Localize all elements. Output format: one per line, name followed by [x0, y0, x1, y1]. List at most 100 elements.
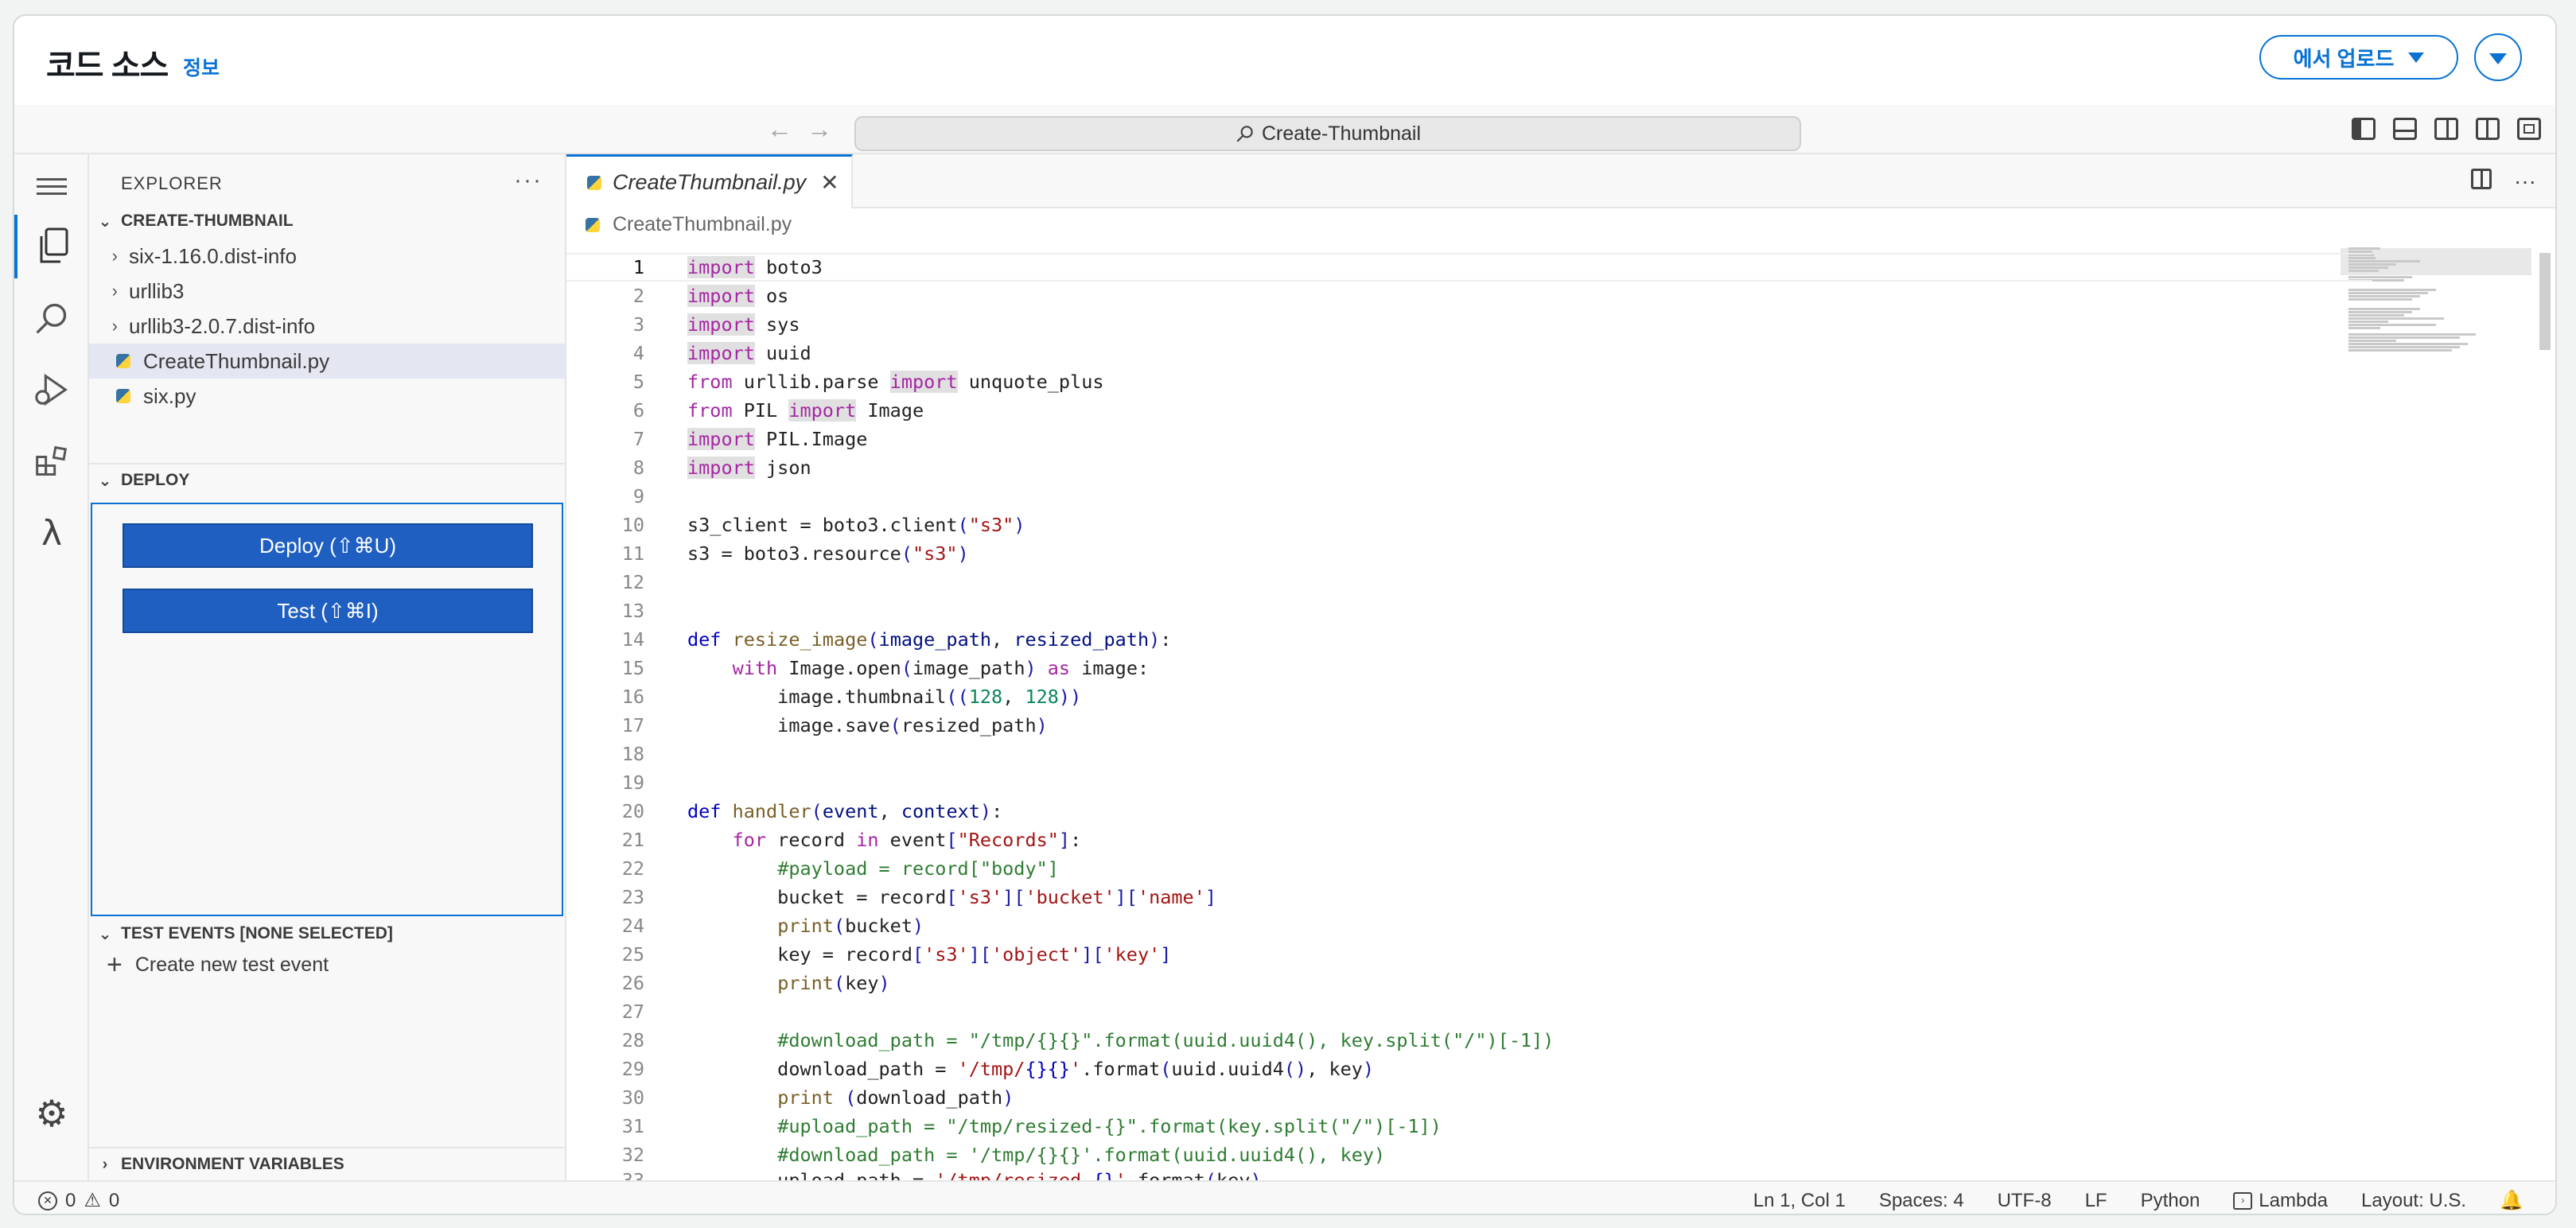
customize-layout-icon[interactable] — [2476, 118, 2500, 140]
command-center-text: Create-Thumbnail — [1261, 122, 1422, 145]
python-file-icon — [586, 217, 600, 232]
code-line: 10 s3_client = boto3.client("s3") — [621, 514, 1025, 536]
code-line: 12 — [621, 571, 644, 593]
caret-down-icon — [2489, 53, 2507, 64]
split-editor-icon[interactable] — [2471, 169, 2492, 189]
status-bar: ✕ 0 ⚠ 0 Ln 1, Col 1 Spaces: 4 UTF-8 LF P… — [14, 1180, 2555, 1214]
code-line: 28 #download_path = "/tmp/{}{}".format(u… — [621, 1029, 1555, 1051]
lambda-activity[interactable]: λ — [14, 501, 89, 565]
maximize-icon[interactable] — [2517, 118, 2541, 140]
code-line: 3 import sys — [632, 313, 800, 336]
minimap[interactable] — [2348, 247, 2531, 390]
breadcrumb[interactable]: CreateThumbnail.py — [586, 213, 792, 236]
more-actions-button[interactable] — [2474, 33, 2522, 81]
app-frame: 코드 소스 정보 에서 업로드 ← → Create-Thumbnail λ ⚙… — [13, 14, 2557, 1215]
tree-item-label: urllib3 — [129, 278, 185, 303]
language-mode[interactable]: Python — [2141, 1190, 2200, 1212]
code-line: 31 #upload_path = "/tmp/resized-{}".form… — [621, 1115, 1442, 1137]
tree-item-six-dist-info[interactable]: › six-1.16.0.dist-info — [89, 239, 565, 274]
section-label: ENVIRONMENT VARIABLES — [121, 1155, 344, 1173]
tree-item-createthumbnail-py[interactable]: CreateThumbnail.py — [89, 344, 565, 379]
code-line: 16 image.thumbnail((128, 128)) — [621, 686, 1082, 708]
section-label: TEST EVENTS [NONE SELECTED] — [121, 924, 393, 942]
settings-activity[interactable]: ⚙ — [14, 1082, 89, 1145]
code-line: 14 def resize_image(image_path, resized_p… — [621, 628, 1172, 651]
command-center-search[interactable]: Create-Thumbnail — [854, 116, 1801, 151]
gear-icon: ⚙ — [35, 1093, 68, 1134]
lambda-icon: λ — [41, 512, 63, 554]
error-count: 0 — [65, 1189, 76, 1211]
bell-icon[interactable]: 🔔 — [2500, 1189, 2523, 1212]
more-icon[interactable]: ··· — [514, 167, 543, 194]
end-of-line[interactable]: LF — [2085, 1190, 2107, 1212]
deploy-button[interactable]: Deploy (⇧⌘U) — [123, 523, 533, 568]
problems-status[interactable]: ✕ 0 ⚠ 0 — [38, 1189, 119, 1212]
code-line: 29 download_path = '/tmp/{}{}'.format(uu… — [621, 1058, 1375, 1080]
code-line: 15 with Image.open(image_path) as image: — [621, 657, 1150, 679]
chevron-right-icon: › — [111, 281, 118, 301]
chevron-down-icon: ⌄ — [98, 212, 112, 231]
warning-icon: ⚠ — [84, 1190, 101, 1211]
code-line: 6 from PIL import Image — [632, 399, 924, 422]
breadcrumb-file: CreateThumbnail.py — [613, 213, 792, 235]
warning-count: 0 — [108, 1189, 120, 1211]
menu-icon[interactable] — [37, 173, 67, 200]
create-test-event[interactable]: + Create new test event — [107, 950, 329, 981]
search-icon — [36, 303, 67, 334]
code-line: 32 #download_path = '/tmp/{}{}'.format(u… — [621, 1144, 1386, 1166]
toggle-secondary-sidebar-icon[interactable] — [2434, 118, 2458, 140]
chevron-right-icon: › — [102, 1155, 108, 1173]
ide-titlebar: ← → Create-Thumbnail — [14, 105, 2555, 154]
toggle-panel-icon[interactable] — [2393, 118, 2417, 140]
forward-arrow-icon[interactable]: → — [807, 115, 832, 144]
caret-down-icon — [2408, 52, 2425, 63]
upload-from-button[interactable]: 에서 업로드 — [2259, 35, 2458, 80]
tree-item-label: CreateThumbnail.py — [143, 348, 330, 373]
upload-from-label: 에서 업로드 — [2293, 46, 2395, 71]
activity-bar: λ ⚙ — [14, 154, 89, 1180]
code-line: 5 from urllib.parse import unquote_plus — [632, 371, 1104, 393]
more-icon[interactable]: ··· — [2514, 169, 2536, 194]
run-debug-activity[interactable] — [14, 358, 89, 422]
code-line: 4 import uuid — [632, 342, 811, 364]
extensions-icon — [36, 445, 68, 476]
keyboard-layout[interactable]: Layout: U.S. — [2361, 1190, 2466, 1212]
section-test-events[interactable]: ⌄ TEST EVENTS [NONE SELECTED] — [89, 918, 565, 950]
code-line: 26 print(key) — [621, 972, 890, 994]
lambda-status[interactable]: › Lambda — [2233, 1190, 2328, 1212]
terminal-icon: › — [2233, 1191, 2253, 1210]
tree-item-label: six.py — [143, 383, 197, 408]
code-line: 7 import PIL.Image — [632, 428, 868, 450]
info-link[interactable]: 정보 — [183, 52, 220, 81]
indentation[interactable]: Spaces: 4 — [1879, 1190, 1964, 1212]
tab-createthumbnail-py[interactable]: CreateThumbnail.py ✕ — [566, 154, 853, 208]
extensions-activity[interactable] — [14, 429, 89, 493]
editor-area: CreateThumbnail.py ✕ ··· CreateThumbnail… — [566, 154, 2555, 1180]
python-file-icon — [587, 175, 601, 190]
code-line: 25 key = record['s3']['object']['key'] — [621, 943, 1172, 966]
code-line: 18 — [621, 743, 644, 765]
back-arrow-icon[interactable]: ← — [767, 115, 792, 144]
code-line: 1 import boto3 — [566, 253, 2372, 282]
vertical-scrollbar[interactable] — [2539, 253, 2551, 350]
test-button[interactable]: Test (⇧⌘I) — [123, 589, 533, 633]
tree-item-urllib3[interactable]: › urllib3 — [89, 274, 565, 309]
encoding[interactable]: UTF-8 — [1998, 1190, 2052, 1212]
cursor-position[interactable]: Ln 1, Col 1 — [1753, 1190, 1846, 1212]
code-line: 22 #payload = record["body"] — [621, 857, 1059, 880]
section-environment-variables[interactable]: › ENVIRONMENT VARIABLES — [89, 1147, 565, 1180]
code-line: 30 print (download_path) — [621, 1086, 1014, 1109]
close-icon[interactable]: ✕ — [820, 169, 839, 196]
code-line: 9 — [632, 485, 644, 507]
section-deploy[interactable]: ⌄ DEPLOY — [89, 463, 565, 496]
tree-item-urllib3-dist-info[interactable]: › urllib3-2.0.7.dist-info — [89, 309, 565, 344]
toggle-primary-sidebar-icon[interactable] — [2352, 118, 2376, 140]
section-label: CREATE-THUMBNAIL — [121, 212, 294, 230]
sidebar: EXPLORER ··· ⌄ CREATE-THUMBNAIL › six-1.… — [89, 154, 566, 1180]
section-create-thumbnail[interactable]: ⌄ CREATE-THUMBNAIL — [89, 205, 565, 237]
lambda-status-label: Lambda — [2259, 1189, 2329, 1211]
chevron-right-icon: › — [111, 316, 118, 336]
tree-item-six-py[interactable]: six.py — [89, 379, 565, 414]
search-activity[interactable] — [14, 286, 89, 350]
explorer-activity[interactable] — [14, 215, 89, 278]
